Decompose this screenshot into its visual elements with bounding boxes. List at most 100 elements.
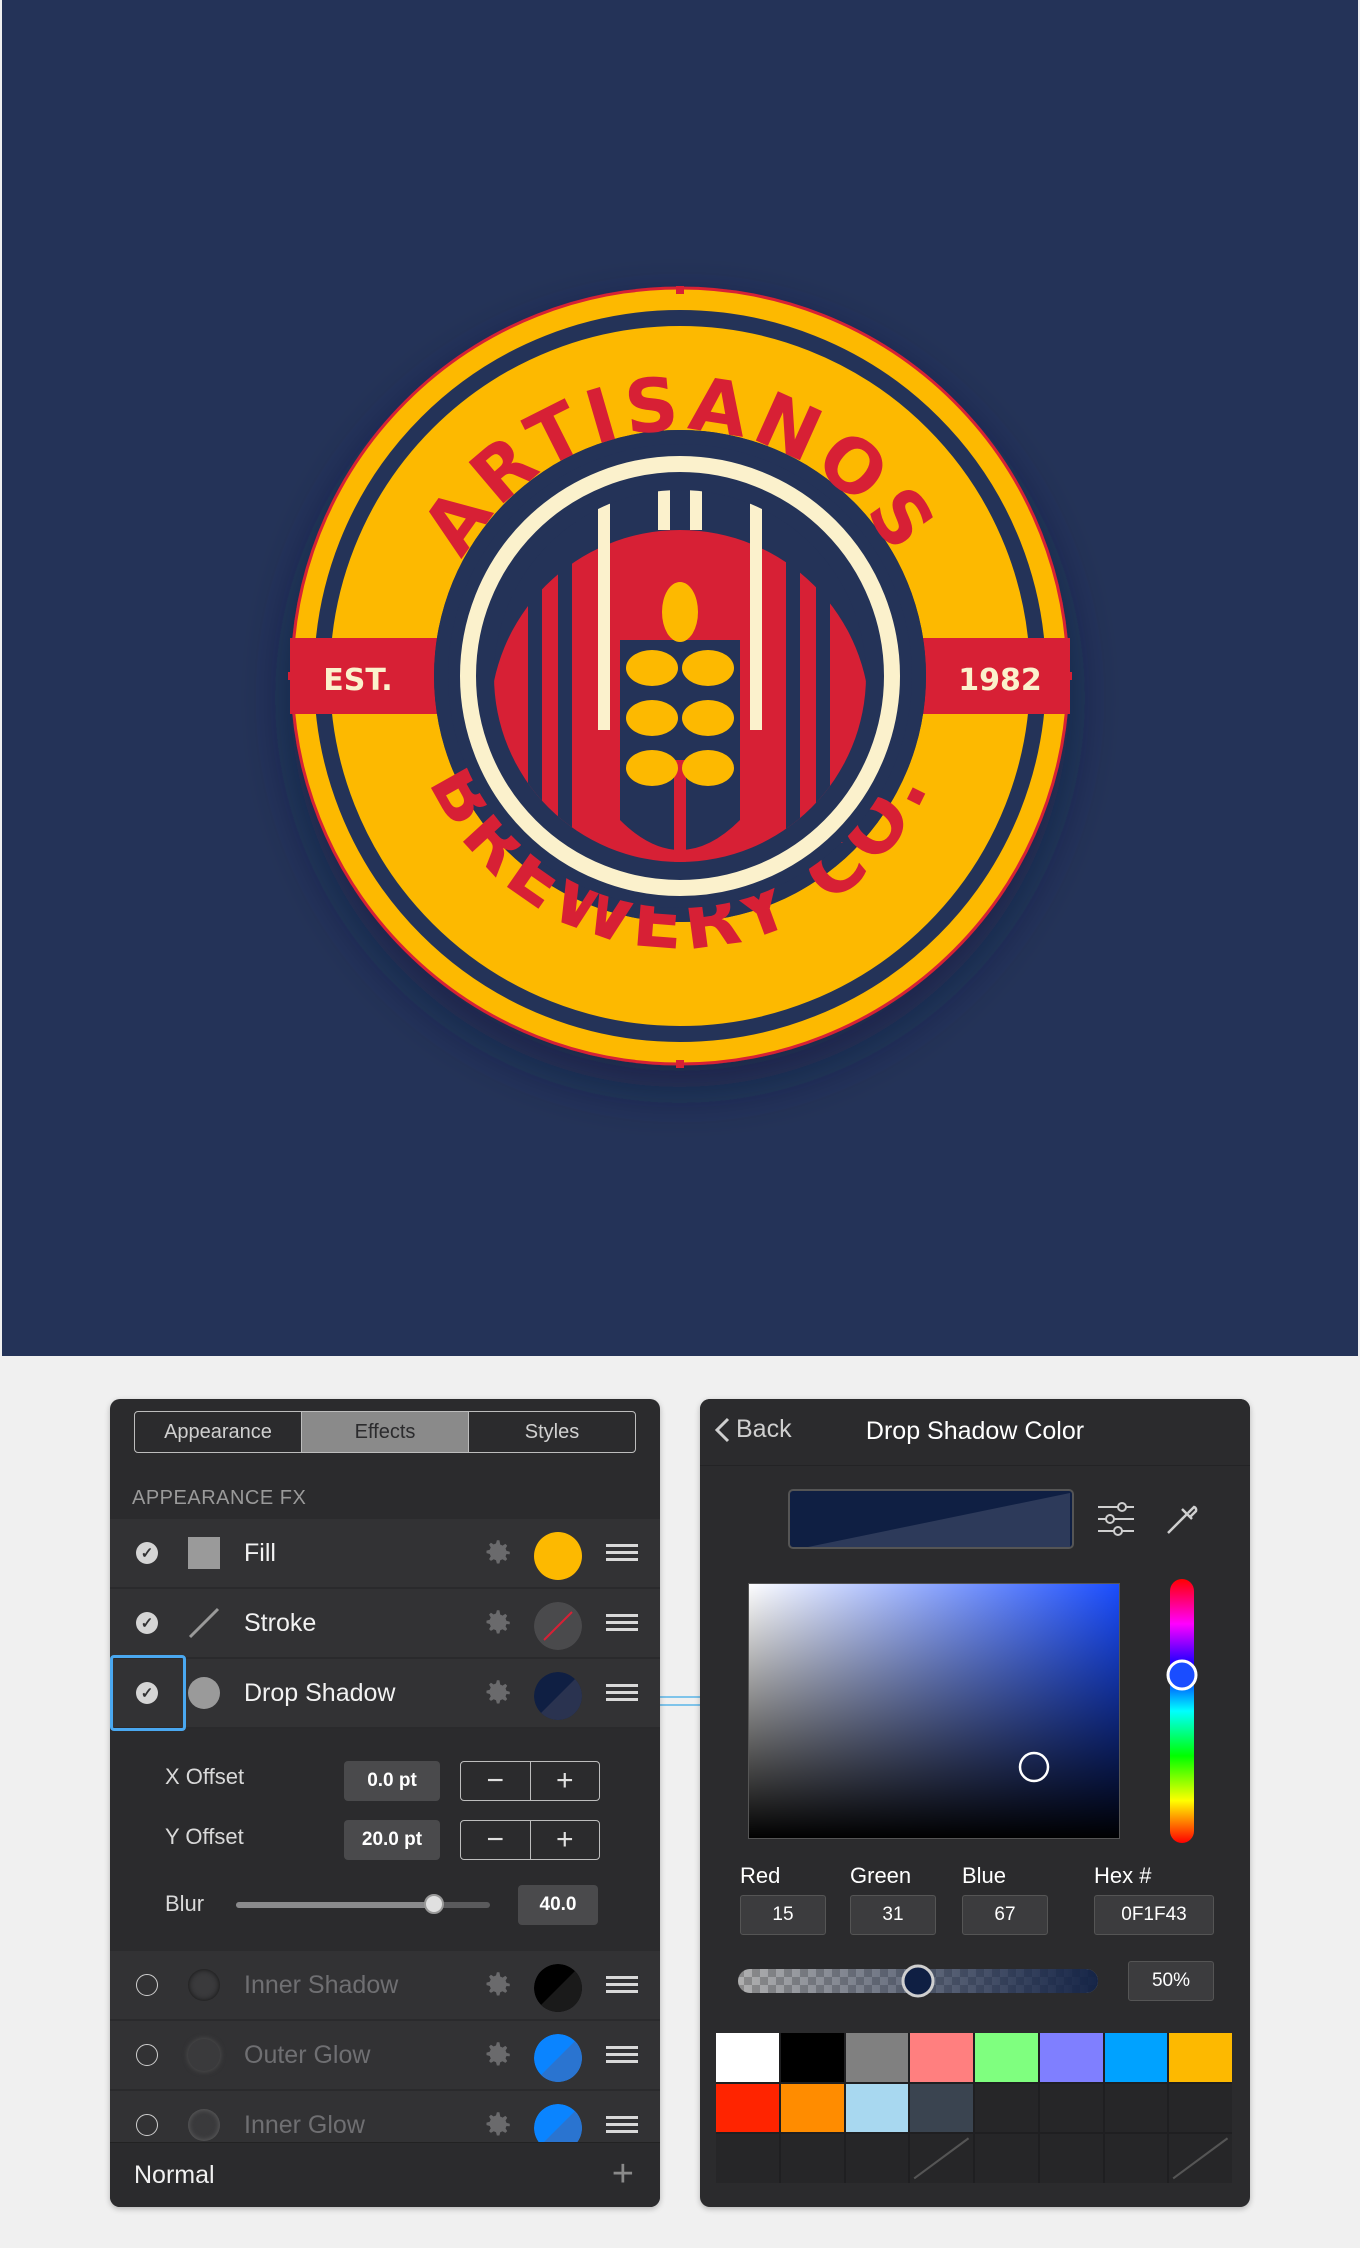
red-label: Red — [740, 1863, 781, 1888]
tab-effects[interactable]: Effects — [302, 1412, 469, 1452]
color-swatch-cell[interactable] — [716, 2083, 779, 2133]
effect-row-fill[interactable]: ✓ Fill — [110, 1519, 660, 1589]
blur-slider[interactable] — [236, 1894, 490, 1914]
green-label: Green — [850, 1863, 912, 1888]
hue-slider[interactable] — [1162, 1579, 1202, 1843]
color-swatch-cell[interactable] — [910, 2033, 973, 2082]
effect-row-inner-glow[interactable]: Inner Glow — [110, 2091, 660, 2149]
effect-row-drop-shadow[interactable]: ✓ Drop Shadow — [110, 1655, 660, 1731]
effect-label: Drop Shadow — [244, 1679, 396, 1707]
gear-icon[interactable] — [480, 2038, 514, 2072]
x-offset-stepper[interactable]: − + — [460, 1761, 600, 1801]
empty-swatch-cell[interactable] — [910, 2134, 973, 2183]
opacity-field[interactable]: 50% — [1128, 1961, 1214, 2001]
y-offset-stepper[interactable]: − + — [460, 1820, 600, 1860]
effect-label: Inner Glow — [244, 2111, 365, 2139]
logo-est-text: EST. — [323, 663, 392, 698]
color-swatch-cell[interactable] — [780, 2033, 844, 2082]
color-preview — [788, 1489, 1074, 1549]
plus-icon[interactable]: + — [531, 1821, 600, 1859]
color-swatch[interactable] — [534, 2034, 582, 2082]
minus-icon[interactable]: − — [461, 1762, 531, 1800]
artboard-canvas[interactable]: ARTISANOS BREWERY CO. EST. 1982 — [2, 0, 1358, 1356]
checkmark-icon[interactable]: ✓ — [136, 1612, 158, 1634]
color-swatch[interactable] — [534, 1964, 582, 2012]
color-swatch-cell[interactable] — [1039, 2033, 1103, 2082]
checkmark-icon[interactable]: ✓ — [136, 1542, 158, 1564]
swatch-grid — [716, 2033, 1232, 2183]
effect-row-outer-glow[interactable]: Outer Glow — [110, 2021, 660, 2091]
drag-handle-icon[interactable] — [606, 1544, 638, 1565]
drag-handle-icon[interactable] — [606, 1614, 638, 1635]
color-swatch-cell[interactable] — [975, 2033, 1038, 2082]
green-field[interactable]: 31 — [850, 1895, 936, 1935]
empty-swatch-cell[interactable] — [975, 2083, 1038, 2133]
red-field[interactable]: 15 — [740, 1895, 826, 1935]
blue-label: Blue — [962, 1863, 1007, 1888]
empty-swatch-cell[interactable] — [845, 2134, 909, 2183]
outer-glow-icon — [188, 2039, 220, 2071]
section-label: APPEARANCE FX — [132, 1487, 307, 1509]
blur-value[interactable]: 40.0 — [518, 1885, 598, 1925]
empty-swatch-cell[interactable] — [1039, 2083, 1103, 2133]
color-swatch[interactable] — [534, 1532, 582, 1580]
effect-row-inner-shadow[interactable]: Inner Shadow — [110, 1951, 660, 2021]
empty-swatch-cell[interactable] — [780, 2134, 844, 2183]
blue-field[interactable]: 67 — [962, 1895, 1048, 1935]
tab-styles[interactable]: Styles — [469, 1412, 635, 1452]
color-swatch-cell[interactable] — [1169, 2033, 1232, 2082]
gear-icon[interactable] — [480, 1606, 514, 1640]
sliders-icon[interactable] — [1096, 1499, 1136, 1539]
color-swatch-cell[interactable] — [780, 2083, 844, 2133]
drag-handle-icon[interactable] — [606, 2116, 638, 2137]
shadow-color-swatch[interactable] — [534, 1672, 582, 1720]
blur-label: Blur — [165, 1891, 205, 1916]
color-swatch-cell[interactable] — [845, 2033, 909, 2082]
brewery-logo[interactable]: ARTISANOS BREWERY CO. EST. 1982 — [2, 0, 1358, 1356]
saturation-brightness-field[interactable] — [748, 1583, 1120, 1839]
empty-swatch-cell[interactable] — [1169, 2134, 1232, 2183]
gear-icon[interactable] — [480, 2108, 514, 2142]
plus-icon[interactable]: + — [531, 1762, 600, 1800]
inner-shadow-icon — [188, 1969, 220, 2001]
panel-tabs: Appearance Effects Styles — [134, 1411, 636, 1453]
hex-field[interactable]: 0F1F43 — [1094, 1895, 1214, 1935]
drag-handle-icon[interactable] — [606, 1976, 638, 1997]
unchecked-circle-icon[interactable] — [136, 1974, 158, 1996]
effect-label: Outer Glow — [244, 2041, 371, 2069]
gear-icon[interactable] — [480, 1536, 514, 1570]
unchecked-circle-icon[interactable] — [136, 2044, 158, 2066]
add-effect-icon[interactable]: + — [612, 2155, 634, 2193]
empty-swatch-cell[interactable] — [1169, 2083, 1232, 2133]
tab-appearance[interactable]: Appearance — [135, 1412, 302, 1452]
empty-swatch-cell[interactable] — [716, 2134, 779, 2183]
minus-icon[interactable]: − — [461, 1821, 531, 1859]
panel-footer: Normal + — [110, 2142, 660, 2207]
color-swatch-cell[interactable] — [716, 2033, 779, 2082]
opacity-slider-knob — [901, 1964, 935, 1998]
effect-row-stroke[interactable]: ✓ Stroke — [110, 1589, 660, 1659]
unchecked-circle-icon[interactable] — [136, 2114, 158, 2136]
empty-swatch-cell[interactable] — [1104, 2083, 1168, 2133]
gear-icon[interactable] — [480, 1676, 514, 1710]
opacity-slider[interactable] — [736, 1961, 1116, 2001]
x-offset-value[interactable]: 0.0 pt — [344, 1761, 440, 1801]
stroke-line-icon — [188, 1607, 220, 1639]
gear-icon[interactable] — [480, 1968, 514, 2002]
drag-handle-icon[interactable] — [606, 2046, 638, 2067]
color-swatch-cell[interactable] — [845, 2083, 909, 2133]
empty-swatch-cell[interactable] — [1104, 2134, 1168, 2183]
eyedropper-icon[interactable] — [1162, 1499, 1202, 1539]
no-color-swatch[interactable] — [534, 1602, 582, 1650]
color-swatch-cell[interactable] — [1104, 2033, 1168, 2082]
blur-slider-knob[interactable] — [424, 1894, 445, 1914]
color-swatch-cell[interactable] — [910, 2083, 973, 2133]
logo-year-text: 1982 — [958, 663, 1042, 698]
y-offset-value[interactable]: 20.0 pt — [344, 1820, 440, 1860]
empty-swatch-cell[interactable] — [1039, 2134, 1103, 2183]
empty-swatch-cell[interactable] — [975, 2134, 1038, 2183]
checkmark-icon[interactable]: ✓ — [136, 1682, 158, 1704]
drag-handle-icon[interactable] — [606, 1684, 638, 1705]
y-offset-label: Y Offset — [165, 1824, 244, 1849]
blend-mode-select[interactable]: Normal — [134, 2161, 215, 2190]
